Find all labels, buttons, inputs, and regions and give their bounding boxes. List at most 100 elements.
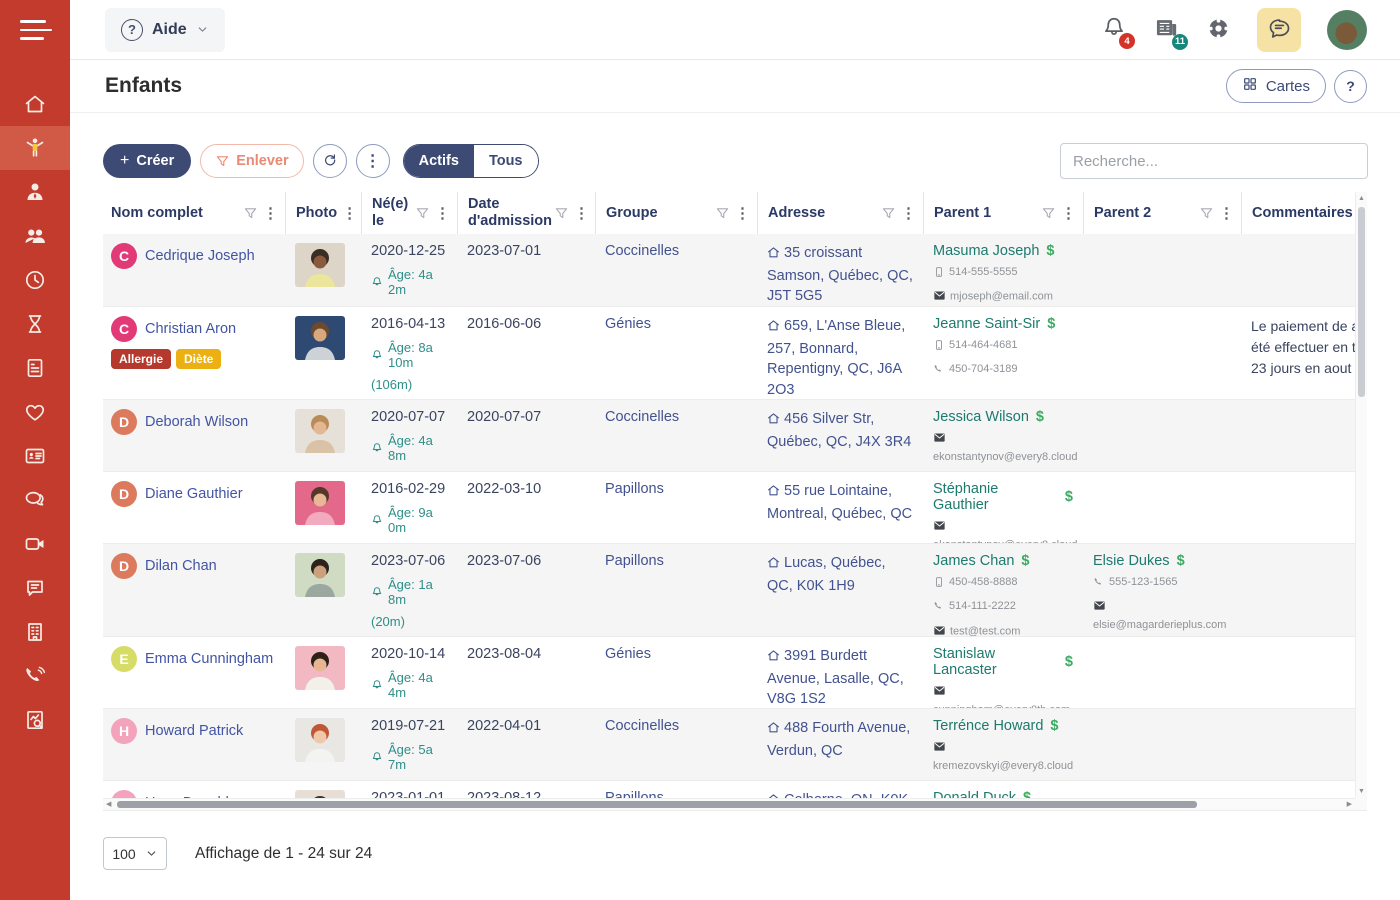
news-button[interactable]: 11 xyxy=(1153,15,1188,50)
filter-funnel-icon[interactable] xyxy=(1041,206,1056,221)
parent-name-link[interactable]: Elsie Dukes xyxy=(1093,553,1170,569)
sidebar-item-badges[interactable] xyxy=(0,434,70,478)
group-link[interactable]: Papillons xyxy=(605,553,664,569)
support-button[interactable] xyxy=(1206,16,1231,44)
parent-name-link[interactable]: Terrénce Howard xyxy=(933,718,1043,734)
parent-name-link[interactable]: Donald Duck xyxy=(933,790,1016,798)
user-avatar[interactable] xyxy=(1327,9,1367,50)
filter-funnel-icon[interactable] xyxy=(554,206,569,221)
child-photo[interactable] xyxy=(295,553,345,597)
page-help-button[interactable]: ? xyxy=(1334,69,1367,103)
billing-dollar-icon[interactable]: $ xyxy=(1021,553,1029,569)
sidebar-item-messages[interactable] xyxy=(0,566,70,610)
child-name-link[interactable]: Dilan Chan xyxy=(145,558,217,574)
parent-name-link[interactable]: Jessica Wilson xyxy=(933,409,1029,425)
group-link[interactable]: Coccinelles xyxy=(605,718,679,734)
horizontal-scroll-thumb[interactable] xyxy=(117,801,1197,808)
billing-dollar-icon[interactable]: $ xyxy=(1050,718,1058,734)
search-input[interactable] xyxy=(1060,143,1368,179)
help-menu-button[interactable]: ? Aide xyxy=(105,7,225,52)
horizontal-scrollbar[interactable]: ◀ ▶ xyxy=(103,798,1355,810)
scroll-left-icon[interactable]: ◀ xyxy=(106,799,111,810)
sidebar-item-reports[interactable] xyxy=(0,698,70,742)
child-photo[interactable] xyxy=(295,646,345,690)
sidebar-item-calls[interactable] xyxy=(0,654,70,698)
sidebar-item-attendance[interactable] xyxy=(0,258,70,302)
child-photo[interactable] xyxy=(295,481,345,525)
column-menu-icon[interactable]: ⋮ xyxy=(898,204,919,222)
chat-button[interactable] xyxy=(1257,7,1301,52)
parent-name-link[interactable]: Stéphanie Gauthier xyxy=(933,481,1058,513)
table-row[interactable]: C Christian Aron Allergie Diète 2016-04-1… xyxy=(103,306,1355,399)
sidebar-item-organization[interactable] xyxy=(0,610,70,654)
sidebar-item-children[interactable] xyxy=(0,126,70,170)
create-button[interactable]: + Créer xyxy=(103,144,192,178)
scroll-down-icon[interactable]: ▼ xyxy=(1356,788,1367,795)
hamburger-menu-icon[interactable] xyxy=(0,0,70,60)
filter-funnel-icon[interactable] xyxy=(881,206,896,221)
column-menu-icon[interactable]: ⋮ xyxy=(1216,204,1237,222)
child-name-link[interactable]: Emma Cunningham xyxy=(145,651,273,667)
filter-funnel-icon[interactable] xyxy=(415,206,430,221)
table-row[interactable]: D Deborah Wilson 2020-07-07 Âge: 4a 8m (56… xyxy=(103,399,1355,471)
vertical-scroll-thumb[interactable] xyxy=(1358,207,1365,397)
billing-dollar-icon[interactable]: $ xyxy=(1065,654,1073,670)
filter-funnel-icon[interactable] xyxy=(715,206,730,221)
child-photo[interactable] xyxy=(295,243,345,287)
group-link[interactable]: Coccinelles xyxy=(605,409,679,425)
child-name-link[interactable]: Cedrique Joseph xyxy=(145,248,255,264)
filter-actifs-tab[interactable]: Actifs xyxy=(403,145,474,177)
child-photo[interactable] xyxy=(295,409,345,453)
group-link[interactable]: Coccinelles xyxy=(605,243,679,259)
scroll-right-icon[interactable]: ▶ xyxy=(1347,799,1352,810)
filter-tous-tab[interactable]: Tous xyxy=(473,145,538,177)
more-options-button[interactable]: ⋮ xyxy=(355,144,390,178)
table-row[interactable]: D Diane Gauthier 2016-02-29 Âge: 9a 0m (10… xyxy=(103,471,1355,543)
column-menu-icon[interactable]: ⋮ xyxy=(260,204,281,222)
child-photo[interactable] xyxy=(295,790,345,798)
billing-dollar-icon[interactable]: $ xyxy=(1177,553,1185,569)
column-menu-icon[interactable]: ⋮ xyxy=(1058,204,1079,222)
billing-dollar-icon[interactable]: $ xyxy=(1065,489,1073,505)
child-name-link[interactable]: Howard Patrick xyxy=(145,723,243,739)
table-row[interactable]: E Emma Cunningham 2020-10-14 Âge: 4a 4m (5… xyxy=(103,636,1355,708)
group-link[interactable]: Papillons xyxy=(605,790,664,798)
column-menu-icon[interactable]: ⋮ xyxy=(732,204,753,222)
sidebar-item-home[interactable] xyxy=(0,82,70,126)
parent-name-link[interactable]: James Chan xyxy=(933,553,1014,569)
sidebar-item-waitlist[interactable] xyxy=(0,302,70,346)
filter-funnel-icon[interactable] xyxy=(243,206,258,221)
refresh-button[interactable] xyxy=(312,144,347,178)
sidebar-item-health[interactable] xyxy=(0,390,70,434)
billing-dollar-icon[interactable]: $ xyxy=(1047,316,1055,332)
group-link[interactable]: Papillons xyxy=(605,481,664,497)
sidebar-item-billing[interactable] xyxy=(0,346,70,390)
notifications-button[interactable]: 4 xyxy=(1101,15,1135,49)
scroll-up-icon[interactable]: ▲ xyxy=(1356,195,1367,202)
page-size-select[interactable]: 100 xyxy=(103,837,167,870)
parent-name-link[interactable]: Jeanne Saint-Sir xyxy=(933,316,1040,332)
child-name-link[interactable]: Deborah Wilson xyxy=(145,414,248,430)
child-name-link[interactable]: Diane Gauthier xyxy=(145,486,243,502)
table-row[interactable]: H Huey Donald 2023-01-01 2023-08-12 Papi… xyxy=(103,780,1355,798)
sidebar-item-video[interactable] xyxy=(0,522,70,566)
billing-dollar-icon[interactable]: $ xyxy=(1023,790,1031,798)
group-link[interactable]: Génies xyxy=(605,316,651,332)
group-link[interactable]: Génies xyxy=(605,646,651,662)
billing-dollar-icon[interactable]: $ xyxy=(1036,409,1044,425)
sidebar-item-parents[interactable] xyxy=(0,214,70,258)
filter-funnel-icon[interactable] xyxy=(1199,206,1214,221)
parent-name-link[interactable]: Masuma Joseph xyxy=(933,243,1039,259)
column-menu-icon[interactable]: ⋮ xyxy=(339,204,360,222)
billing-dollar-icon[interactable]: $ xyxy=(1046,243,1054,259)
sidebar-item-staff[interactable] xyxy=(0,170,70,214)
child-photo[interactable] xyxy=(295,718,345,762)
table-row[interactable]: C Cedrique Joseph 2020-12-25 Âge: 4a 2m (5… xyxy=(103,234,1355,306)
column-menu-icon[interactable]: ⋮ xyxy=(432,204,453,222)
sidebar-item-discussions[interactable] xyxy=(0,478,70,522)
vertical-scrollbar[interactable]: ▲ ▼ xyxy=(1355,192,1367,798)
remove-button[interactable]: Enlever xyxy=(200,144,304,178)
child-name-link[interactable]: Christian Aron xyxy=(145,321,236,337)
parent-name-link[interactable]: Stanislaw Lancaster xyxy=(933,646,1058,678)
table-row[interactable]: H Howard Patrick 2019-07-21 Âge: 5a 7m (67… xyxy=(103,708,1355,780)
